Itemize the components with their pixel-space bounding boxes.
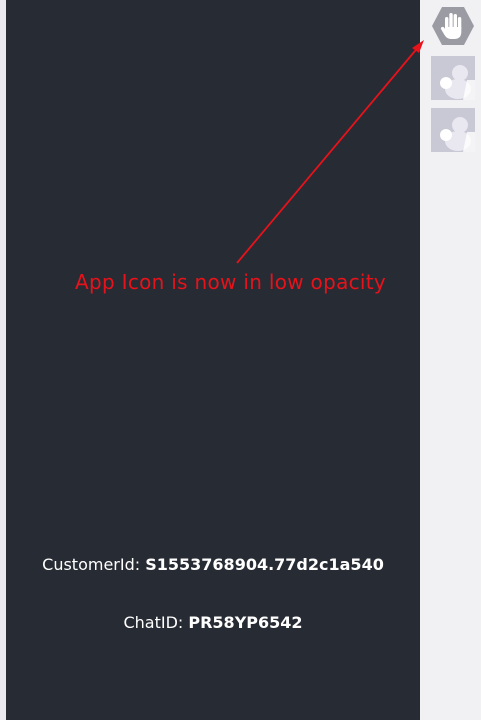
chat-id-label: ChatID: <box>123 613 184 632</box>
hand-icon-graphic <box>432 7 474 45</box>
chat-panel <box>6 0 420 720</box>
annotation-text: App Icon is now in low opacity <box>75 270 387 294</box>
customer-id-line: CustomerId: S1553768904.77d2c1a540 <box>6 555 420 574</box>
hand-icon[interactable] <box>431 5 475 47</box>
avatar-thumbnail-graphic <box>431 56 475 100</box>
screen: App Icon is now in low opacity CustomerI… <box>0 0 481 720</box>
chat-id-value: PR58YP6542 <box>188 613 303 632</box>
avatar-thumbnail-icon[interactable] <box>431 108 475 152</box>
avatar-thumbnail-graphic <box>431 108 475 152</box>
customer-id-label: CustomerId: <box>42 555 141 574</box>
chat-id-line: ChatID: PR58YP6542 <box>6 613 420 632</box>
customer-id-value: S1553768904.77d2c1a540 <box>145 555 384 574</box>
avatar-thumbnail-icon[interactable] <box>431 56 475 100</box>
